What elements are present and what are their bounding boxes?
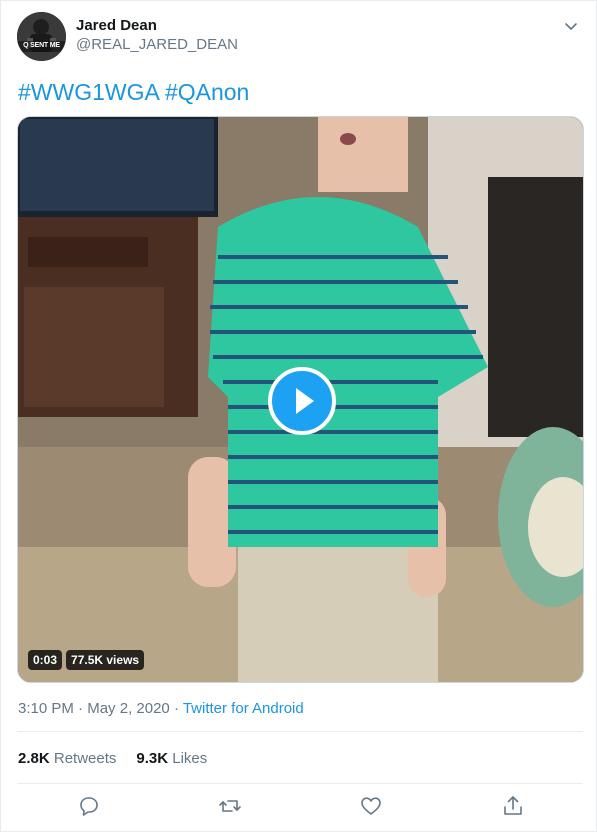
video-player[interactable]: 0:03 77.5K views: [17, 116, 584, 683]
likes-count: 9.3K: [136, 750, 169, 767]
user-names: Jared Dean @REAL_JARED_DEAN: [76, 17, 238, 55]
retweets-label: Retweets: [49, 750, 117, 767]
video-duration: 0:03: [28, 650, 63, 670]
tweet-source[interactable]: Twitter for Android: [183, 700, 304, 717]
avatar-caption: Q SENT ME: [23, 42, 60, 49]
tweet-text: #WWG1WGA #QAnon: [18, 78, 249, 106]
retweet-icon[interactable]: [218, 794, 242, 818]
retweets-count: 2.8K: [18, 750, 50, 767]
tweet-header: Q SENT ME Jared Dean @REAL_JARED_DEAN: [17, 12, 583, 62]
divider: [17, 783, 583, 784]
play-icon: [296, 388, 314, 414]
likes-label: Likes: [168, 750, 208, 767]
avatar[interactable]: Q SENT ME: [17, 12, 66, 61]
tweet-meta: 3:10 PM · May 2, 2020 · Twitter for Andr…: [18, 700, 304, 717]
meta-separator: ·: [73, 700, 88, 717]
like-icon[interactable]: [359, 794, 383, 818]
hashtag-wwg1wga[interactable]: #WWG1WGA: [18, 79, 159, 105]
likes-stat[interactable]: 9.3K Likes: [136, 750, 207, 767]
share-icon[interactable]: [501, 794, 525, 818]
tweet-stats: 2.8K Retweets 9.3K Likes: [18, 750, 207, 767]
tweet-date[interactable]: May 2, 2020: [87, 700, 170, 717]
retweets-stat[interactable]: 2.8K Retweets: [18, 750, 116, 767]
divider: [17, 731, 583, 732]
video-views: 77.5K views: [66, 650, 145, 670]
play-button[interactable]: [268, 367, 336, 435]
video-info: 0:03 77.5K views: [28, 650, 145, 670]
tweet-time[interactable]: 3:10 PM: [18, 700, 74, 717]
user-handle[interactable]: @REAL_JARED_DEAN: [76, 35, 238, 55]
hashtag-qanon[interactable]: #QAnon: [165, 79, 249, 105]
reply-icon[interactable]: [77, 794, 101, 818]
chevron-down-icon[interactable]: [561, 16, 581, 36]
meta-separator: ·: [169, 700, 183, 717]
tweet-card: Q SENT ME Jared Dean @REAL_JARED_DEAN #W…: [0, 0, 597, 832]
display-name[interactable]: Jared Dean: [76, 17, 238, 35]
tweet-actions: [17, 794, 583, 822]
